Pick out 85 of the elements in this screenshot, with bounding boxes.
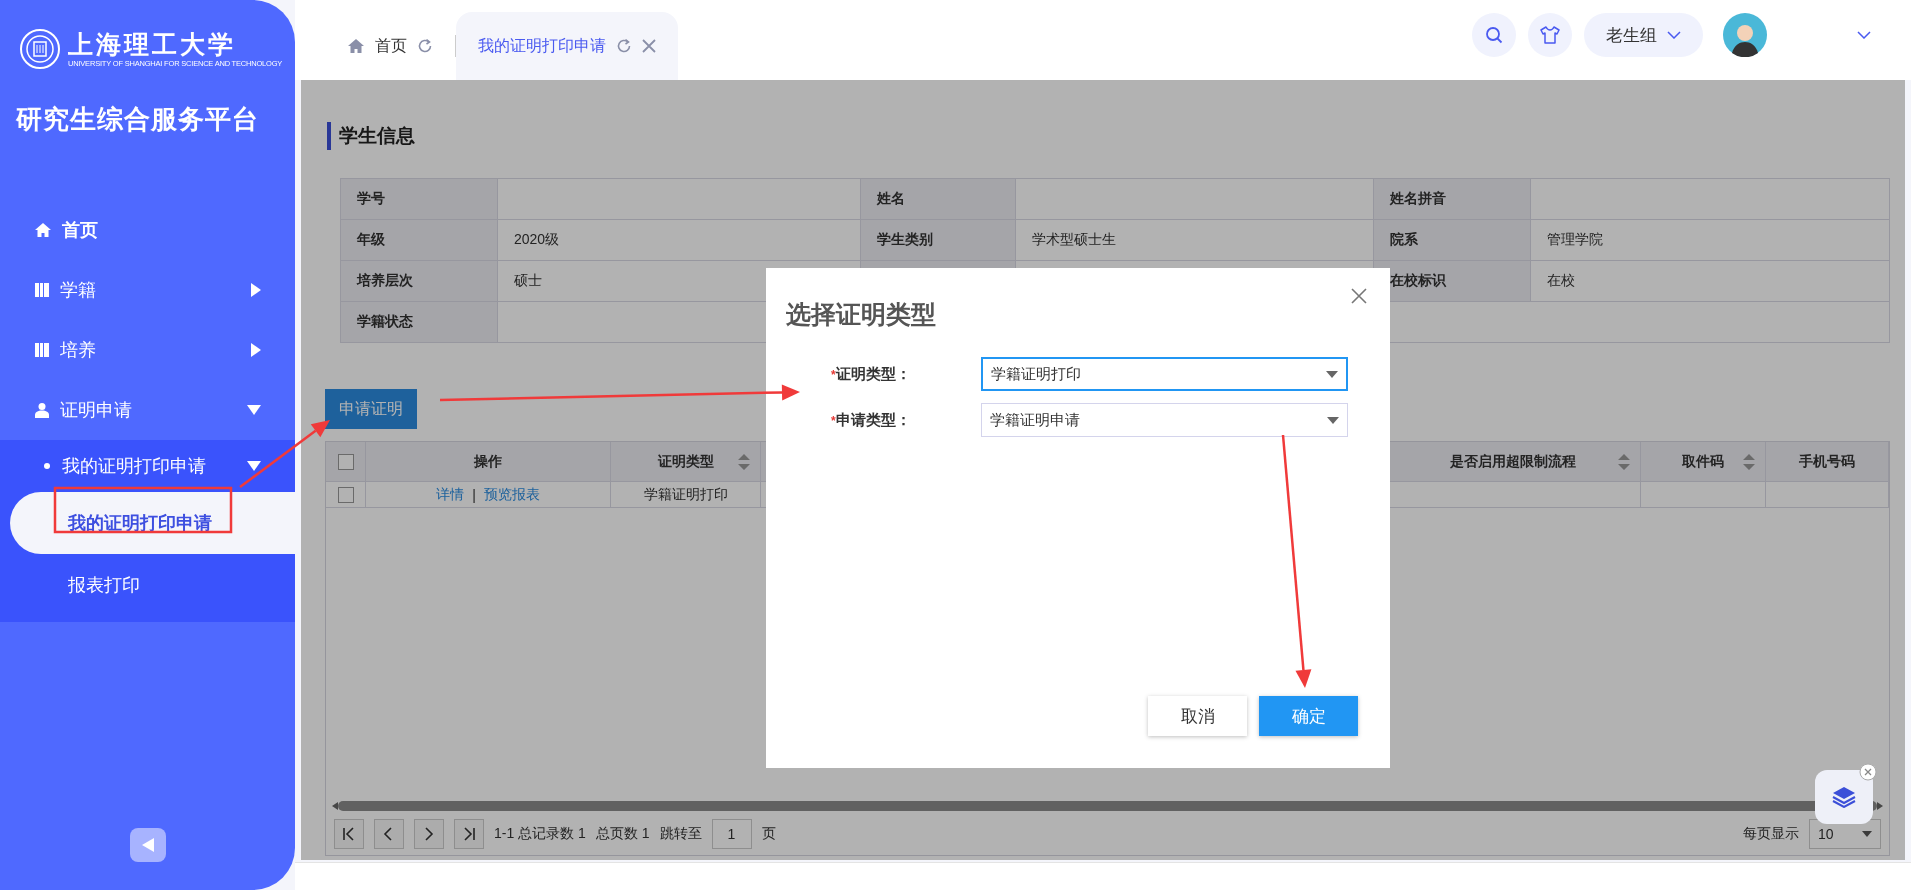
first-page-button[interactable]: [334, 819, 364, 849]
field-label: 学号: [341, 179, 498, 220]
menu-item[interactable]: 证明申请: [0, 380, 295, 440]
checkbox[interactable]: [337, 486, 354, 503]
refresh-icon[interactable]: [417, 38, 433, 54]
section-title: 学生信息: [327, 122, 415, 150]
page-input[interactable]: 1: [711, 819, 752, 849]
page-count: 总页数 1: [595, 825, 650, 843]
field-label: 在校标识: [1374, 261, 1531, 302]
close-icon: [1351, 287, 1367, 304]
university-emblem-icon: [20, 29, 60, 69]
sort-icon[interactable]: [738, 454, 750, 470]
close-icon[interactable]: [1859, 763, 1877, 781]
column-header[interactable]: 证明类型: [611, 442, 761, 482]
caret-down-icon: [1327, 416, 1339, 424]
bullet-icon: [44, 463, 50, 469]
last-page-icon: [461, 826, 477, 842]
caret-down-icon: [1326, 370, 1338, 378]
previous-page-button[interactable]: [374, 819, 404, 849]
per-page-label: 每页显示: [1743, 825, 1799, 843]
required-mark: *: [831, 413, 836, 428]
search-button[interactable]: [1472, 13, 1516, 57]
avatar: [1723, 13, 1767, 57]
select-field[interactable]: 学籍证明申请: [981, 403, 1348, 437]
submenu-item[interactable]: 我的证明打印申请: [0, 440, 295, 492]
column-header[interactable]: 操作: [366, 442, 611, 482]
field-value: 学术型硕士生: [1016, 220, 1374, 261]
column-header[interactable]: 取件码: [1641, 442, 1766, 482]
field-label: 证明类型：: [835, 364, 911, 384]
action-link[interactable]: 详情: [436, 485, 465, 504]
shirt-icon: [1540, 26, 1560, 44]
jump-label: 跳转至: [659, 825, 702, 843]
last-page-button[interactable]: [454, 819, 484, 849]
select-field[interactable]: 学籍证明打印: [981, 357, 1348, 391]
record-summary: 1-1 总记录数 1: [494, 825, 586, 843]
book-icon: [34, 342, 50, 358]
field-label: 申请类型：: [835, 410, 911, 430]
layers-button[interactable]: [1815, 770, 1873, 824]
refresh-icon[interactable]: [616, 38, 632, 54]
next-page-button[interactable]: [414, 819, 444, 849]
person-icon: [34, 402, 50, 418]
field-label: 学生类别: [861, 220, 1016, 261]
search-icon: [1485, 26, 1503, 44]
home-icon: [34, 222, 52, 238]
column-header[interactable]: 手机号码: [1766, 442, 1889, 482]
page-unit: 页: [761, 825, 776, 843]
required-mark: *: [831, 367, 836, 382]
menu-item[interactable]: 首页: [0, 200, 295, 260]
separator: |: [472, 486, 476, 503]
field-label: 学籍状态: [341, 302, 498, 343]
chevron-down-icon: [1667, 31, 1681, 39]
scrollbar-thumb[interactable]: [338, 801, 1877, 811]
field-label: 培养层次: [341, 261, 498, 302]
home-icon: [347, 38, 365, 54]
collapse-button[interactable]: [129, 828, 166, 862]
sort-icon[interactable]: [1743, 454, 1755, 470]
book-icon: [34, 282, 50, 298]
caret-down-icon: [1862, 831, 1872, 837]
submenu-item[interactable]: 我的证明打印申请: [10, 492, 295, 554]
checkbox[interactable]: [337, 453, 354, 470]
field-value: 2020级: [498, 220, 861, 261]
tab[interactable]: 首页: [325, 12, 455, 80]
tab[interactable]: 我的证明打印申请: [456, 12, 678, 80]
field-label: 姓名: [861, 179, 1016, 220]
cancel-button[interactable]: 取消: [1148, 696, 1247, 736]
sort-icon[interactable]: [1618, 454, 1630, 470]
first-page-icon: [341, 826, 357, 842]
menu-item[interactable]: 学籍: [0, 260, 295, 320]
field-label: 年级: [341, 220, 498, 261]
field-value: 在校: [1531, 261, 1890, 302]
field-value: 管理学院: [1531, 220, 1890, 261]
platform-title: 研究生综合服务平台: [15, 103, 260, 136]
close-icon[interactable]: [642, 39, 656, 53]
group-selector[interactable]: 老生组: [1584, 13, 1703, 57]
table-cell: 学籍证明打印: [611, 482, 761, 508]
chevron-down-icon[interactable]: [1857, 31, 1871, 39]
field-label: 院系: [1374, 220, 1531, 261]
university-name: 上海理工大学: [68, 30, 237, 59]
layers-icon: [1832, 786, 1856, 808]
submenu-item[interactable]: 报表打印: [0, 554, 295, 616]
field-label: 姓名拼音: [1374, 179, 1531, 220]
menu-item[interactable]: 培养: [0, 320, 295, 380]
theme-button[interactable]: [1528, 13, 1572, 57]
dialog-title: 选择证明类型: [786, 299, 936, 330]
caret-left-icon: [141, 838, 154, 852]
